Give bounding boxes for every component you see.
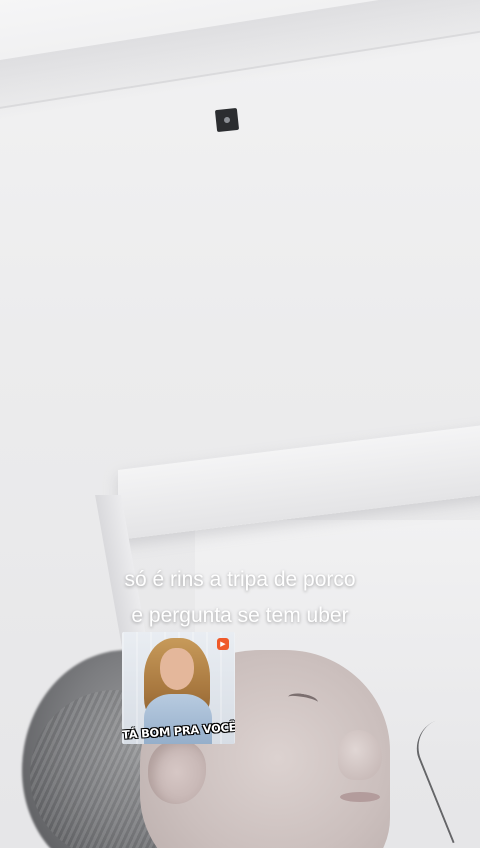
sticker-person-face xyxy=(160,648,194,690)
person-mouth xyxy=(340,792,380,802)
caption-line-2: e pergunta se tem uber xyxy=(131,604,349,627)
person-nose xyxy=(338,730,382,780)
app-logo-icon: ▶ xyxy=(217,638,229,650)
ceiling-sensor-icon xyxy=(214,107,240,133)
story-caption: só é rins a tripa de porco e pergunta se… xyxy=(0,562,480,634)
caption-line-1: só é rins a tripa de porco xyxy=(124,568,356,591)
sensor-lens xyxy=(223,116,231,124)
gif-sticker[interactable]: ▶ TÁ BOM PRA VOCÊ? xyxy=(122,632,235,744)
story-viewer[interactable]: só é rins a tripa de porco e pergunta se… xyxy=(0,0,480,848)
